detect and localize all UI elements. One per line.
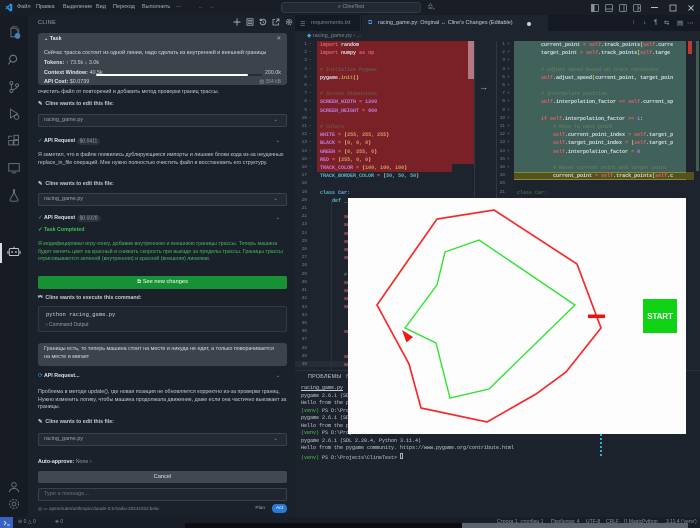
svg-text:START: START <box>647 312 673 321</box>
svg-text:1: 1 <box>16 34 19 39</box>
